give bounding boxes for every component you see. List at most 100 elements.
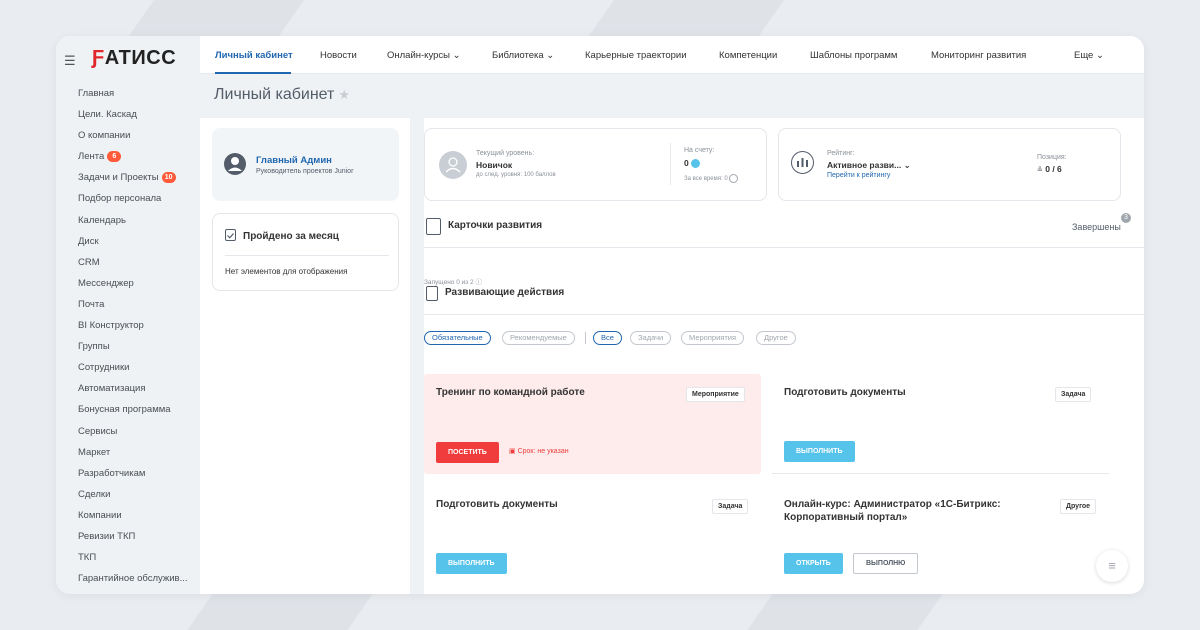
sidebar-menu: Главная Цели. Каскад О компании Лента 6 З… (78, 83, 188, 589)
position-label: Позиция: (1037, 154, 1067, 161)
logo[interactable]: ƑАТИСС (92, 47, 176, 70)
divider (424, 314, 1144, 315)
nav-tab-library[interactable]: Библиотека ⌄ (492, 50, 554, 61)
nav-tab-online-courses[interactable]: Онлайн-курсы ⌄ (387, 50, 461, 61)
actions-icon (426, 286, 438, 301)
app-window: ☰ ƑАТИСС Главная Цели. Каскад О компании… (56, 36, 1144, 594)
filter-mandatory[interactable]: Обязательные (424, 331, 491, 345)
top-navigation: Личный кабинет Новости Онлайн-курсы ⌄ Би… (200, 36, 1144, 74)
task-type-tag: Мероприятие (686, 387, 745, 402)
task-type-tag: Задача (712, 499, 749, 514)
avatar (439, 151, 467, 179)
sidebar-item[interactable]: Сделки (78, 484, 188, 505)
sidebar-item[interactable]: Мессенджер (78, 273, 188, 294)
task-card: Тренинг по командной работе Мероприятие … (424, 374, 761, 474)
coin-outline-icon (729, 174, 739, 183)
sidebar-item[interactable]: Сервисы (78, 421, 188, 442)
level-label: Текущий уровень: (476, 150, 535, 157)
sidebar-item[interactable]: Цели. Каскад (78, 104, 188, 125)
completed-link[interactable]: Завершены (1072, 222, 1121, 232)
filter-other[interactable]: Другое (756, 331, 796, 345)
sidebar-item[interactable]: О компании (78, 125, 188, 146)
nav-tab-news[interactable]: Новости (320, 50, 357, 61)
position-value: ≗ 0 / 6 (1037, 164, 1062, 174)
complete-button[interactable]: Выполнить (436, 553, 507, 574)
sidebar-item[interactable]: Автоматизация (78, 378, 188, 399)
account-total: За все время: 0 (684, 174, 739, 183)
rating-link[interactable]: Перейти к рейтингу (827, 172, 890, 179)
task-card: Подготовить документы Задача Выполнить (424, 486, 761, 586)
nav-tab-personal-cabinet[interactable]: Личный кабинет (215, 50, 293, 61)
list-icon[interactable]: ≡ (1096, 550, 1128, 582)
task-title[interactable]: Подготовить документы (436, 498, 558, 511)
star-icon[interactable]: ★ (338, 87, 350, 102)
filter-all[interactable]: Все (593, 331, 622, 345)
divider (225, 255, 389, 256)
profile-name[interactable]: Главный Админ (256, 155, 332, 166)
level-card: Текущий уровень: Новичок до след. уровня… (424, 128, 767, 201)
rating-select[interactable]: Активное разви... ⌄ (827, 160, 911, 171)
account-label: На счету: (684, 147, 715, 154)
sidebar-item[interactable]: Главная (78, 83, 188, 104)
menu-icon[interactable]: ☰ (64, 53, 76, 69)
divider (670, 143, 671, 185)
background-stripe (125, 0, 305, 40)
open-button[interactable]: Открыть (784, 553, 843, 574)
checklist-icon (225, 229, 236, 241)
sidebar-item[interactable]: Маркет (78, 442, 188, 463)
sidebar-item[interactable]: Диск (78, 231, 188, 252)
sidebar-item[interactable]: Лента 6 (78, 146, 188, 167)
actions-section-title: Развивающие действия (445, 287, 565, 298)
sidebar-item[interactable]: Сотрудники (78, 357, 188, 378)
sidebar-item[interactable]: Подбор персонала (78, 188, 188, 209)
sidebar-item[interactable]: Задачи и Проекты 10 (78, 167, 188, 188)
nav-tab-program-templates[interactable]: Шаблоны программ (810, 50, 897, 61)
background-stripe (747, 594, 943, 630)
nav-tab-competencies[interactable]: Компетенции (719, 50, 777, 61)
background-stripe (187, 594, 373, 630)
rating-card: Рейтинг: Активное разви... ⌄ Перейти к р… (778, 128, 1121, 201)
sidebar-item[interactable]: Гарантийное обслужив... (78, 568, 188, 589)
deadline: ▣ Срок: не указан (509, 448, 569, 455)
cards-icon (426, 218, 441, 235)
task-type-tag: Задача (1055, 387, 1092, 402)
nav-tab-career-paths[interactable]: Карьерные траектории (585, 50, 687, 61)
sidebar-item[interactable]: Календарь (78, 210, 188, 231)
sidebar-item[interactable]: Бонусная программа (78, 399, 188, 420)
coin-icon (691, 159, 701, 169)
sidebar-item[interactable]: Группы (78, 336, 188, 357)
divider (424, 247, 1144, 248)
level-value: Новичок (476, 160, 513, 170)
month-title: Пройдено за месяц (243, 231, 339, 242)
cards-section-title: Карточки развития (448, 220, 543, 231)
divider (772, 473, 1109, 474)
nav-tab-more[interactable]: Еще ⌄ (1074, 50, 1104, 61)
filter-tasks[interactable]: Задачи (630, 331, 672, 345)
task-card: Онлайн-курс: Администратор «1С-Битрикс: … (772, 486, 1109, 586)
ranking-icon: ≗ (1037, 167, 1043, 174)
sidebar-item[interactable]: Ревизии ТКП (78, 526, 188, 547)
sidebar: ☰ ƑАТИСС Главная Цели. Каскад О компании… (56, 36, 200, 594)
empty-text: Нет элементов для отображения (225, 267, 348, 276)
filter-events[interactable]: Мероприятия (681, 331, 745, 345)
sidebar-item[interactable]: ТКП (78, 547, 188, 568)
sidebar-item[interactable]: Компании (78, 505, 188, 526)
task-title[interactable]: Тренинг по командной работе (436, 386, 585, 399)
visit-button[interactable]: Посетить (436, 442, 499, 463)
profile-role: Руководитель проектов Junior (256, 168, 354, 175)
nav-tab-development-monitoring[interactable]: Мониторинг развития (931, 50, 1026, 61)
completed-count-badge: 3 (1121, 213, 1131, 223)
task-title[interactable]: Онлайн-курс: Администратор «1С-Битрикс: … (784, 498, 1044, 524)
sidebar-item[interactable]: CRM (78, 252, 188, 273)
sidebar-item[interactable]: Почта (78, 294, 188, 315)
help-icon[interactable]: ⓘ (475, 279, 482, 286)
avatar (224, 153, 246, 175)
sidebar-item[interactable]: Разработчикам (78, 463, 188, 484)
profile-card[interactable]: Главный Админ Руководитель проектов Juni… (212, 128, 399, 201)
complete-button[interactable]: Выполнить (784, 441, 855, 462)
task-title[interactable]: Подготовить документы (784, 386, 906, 399)
task-type-tag: Другое (1060, 499, 1097, 514)
will-complete-button[interactable]: Выполню (853, 553, 919, 574)
filter-recommended[interactable]: Рекомендуемые (502, 331, 575, 345)
sidebar-item[interactable]: BI Конструктор (78, 315, 188, 336)
